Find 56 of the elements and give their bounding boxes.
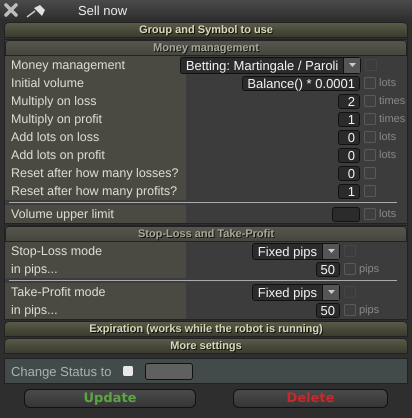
checkbox[interactable]	[364, 77, 376, 89]
pin-icon[interactable]	[26, 2, 48, 18]
input-field[interactable]: 0	[338, 130, 360, 144]
status-field[interactable]	[145, 362, 194, 380]
input-field[interactable]: 0	[338, 148, 360, 162]
input-field[interactable]	[332, 206, 360, 222]
field-label: Multiply on profit	[5, 110, 186, 128]
checkbox[interactable]	[364, 185, 376, 197]
unit-label: pips	[358, 263, 380, 275]
field-label: Take-Profit mode	[5, 283, 186, 301]
unit-label: lots	[378, 149, 398, 161]
field-label: Reset after how many profits?	[5, 182, 186, 200]
checkbox[interactable]	[123, 366, 134, 376]
checkbox[interactable]	[364, 167, 376, 179]
input-field[interactable]: 50	[316, 302, 340, 318]
checkbox[interactable]	[364, 208, 376, 220]
checkbox[interactable]	[364, 95, 376, 107]
unit-label: lots	[378, 77, 398, 89]
dropdown[interactable]: Fixed pips	[252, 242, 340, 260]
field-label: in pips...	[5, 301, 186, 319]
field-label: Reset after how many losses?	[5, 164, 186, 182]
dropdown[interactable]: Betting: Martingale / Paroli	[180, 56, 362, 74]
checkbox[interactable]	[364, 131, 376, 143]
input-field[interactable]: 1	[338, 184, 360, 198]
checkbox[interactable]	[364, 113, 376, 125]
dropdown[interactable]: Fixed pips	[252, 284, 340, 300]
field-label: Initial volume	[5, 74, 186, 92]
input-field[interactable]: 2	[338, 94, 360, 108]
caret-icon	[328, 249, 334, 253]
checkbox[interactable]	[344, 304, 356, 316]
unit-label: lots	[378, 131, 398, 143]
unit-label: times	[378, 95, 406, 107]
section-header[interactable]: Group and Symbol to use	[4, 22, 408, 38]
checkbox[interactable]	[364, 149, 376, 161]
unit-label: pips	[358, 304, 380, 316]
window-title: Sell now	[78, 2, 128, 18]
section-header[interactable]: More settings	[4, 338, 408, 354]
status-label: Change Status to	[11, 364, 112, 378]
field-label: Stop-Loss mode	[5, 242, 186, 260]
field-label: Add lots on loss	[5, 128, 186, 146]
input-field[interactable]: Balance() * 0.0001	[242, 76, 360, 90]
field-label: Volume upper limit	[5, 205, 186, 223]
input-field[interactable]: 50	[316, 262, 340, 276]
checkbox[interactable]	[344, 263, 356, 275]
caret-icon	[328, 290, 334, 294]
field-label: Add lots on profit	[5, 146, 186, 164]
close-icon[interactable]	[4, 3, 18, 17]
unit-label: lots	[378, 208, 398, 220]
unit-label: times	[378, 113, 406, 125]
field-label: Multiply on loss	[5, 92, 186, 110]
caret-icon	[348, 63, 356, 67]
field-label: in pips...	[5, 260, 186, 278]
input-field[interactable]: 1	[338, 112, 360, 126]
section-header[interactable]: Expiration (works while the robot is running)	[4, 321, 408, 337]
field-label: Money management	[5, 56, 180, 74]
input-field[interactable]: 0	[338, 166, 360, 180]
